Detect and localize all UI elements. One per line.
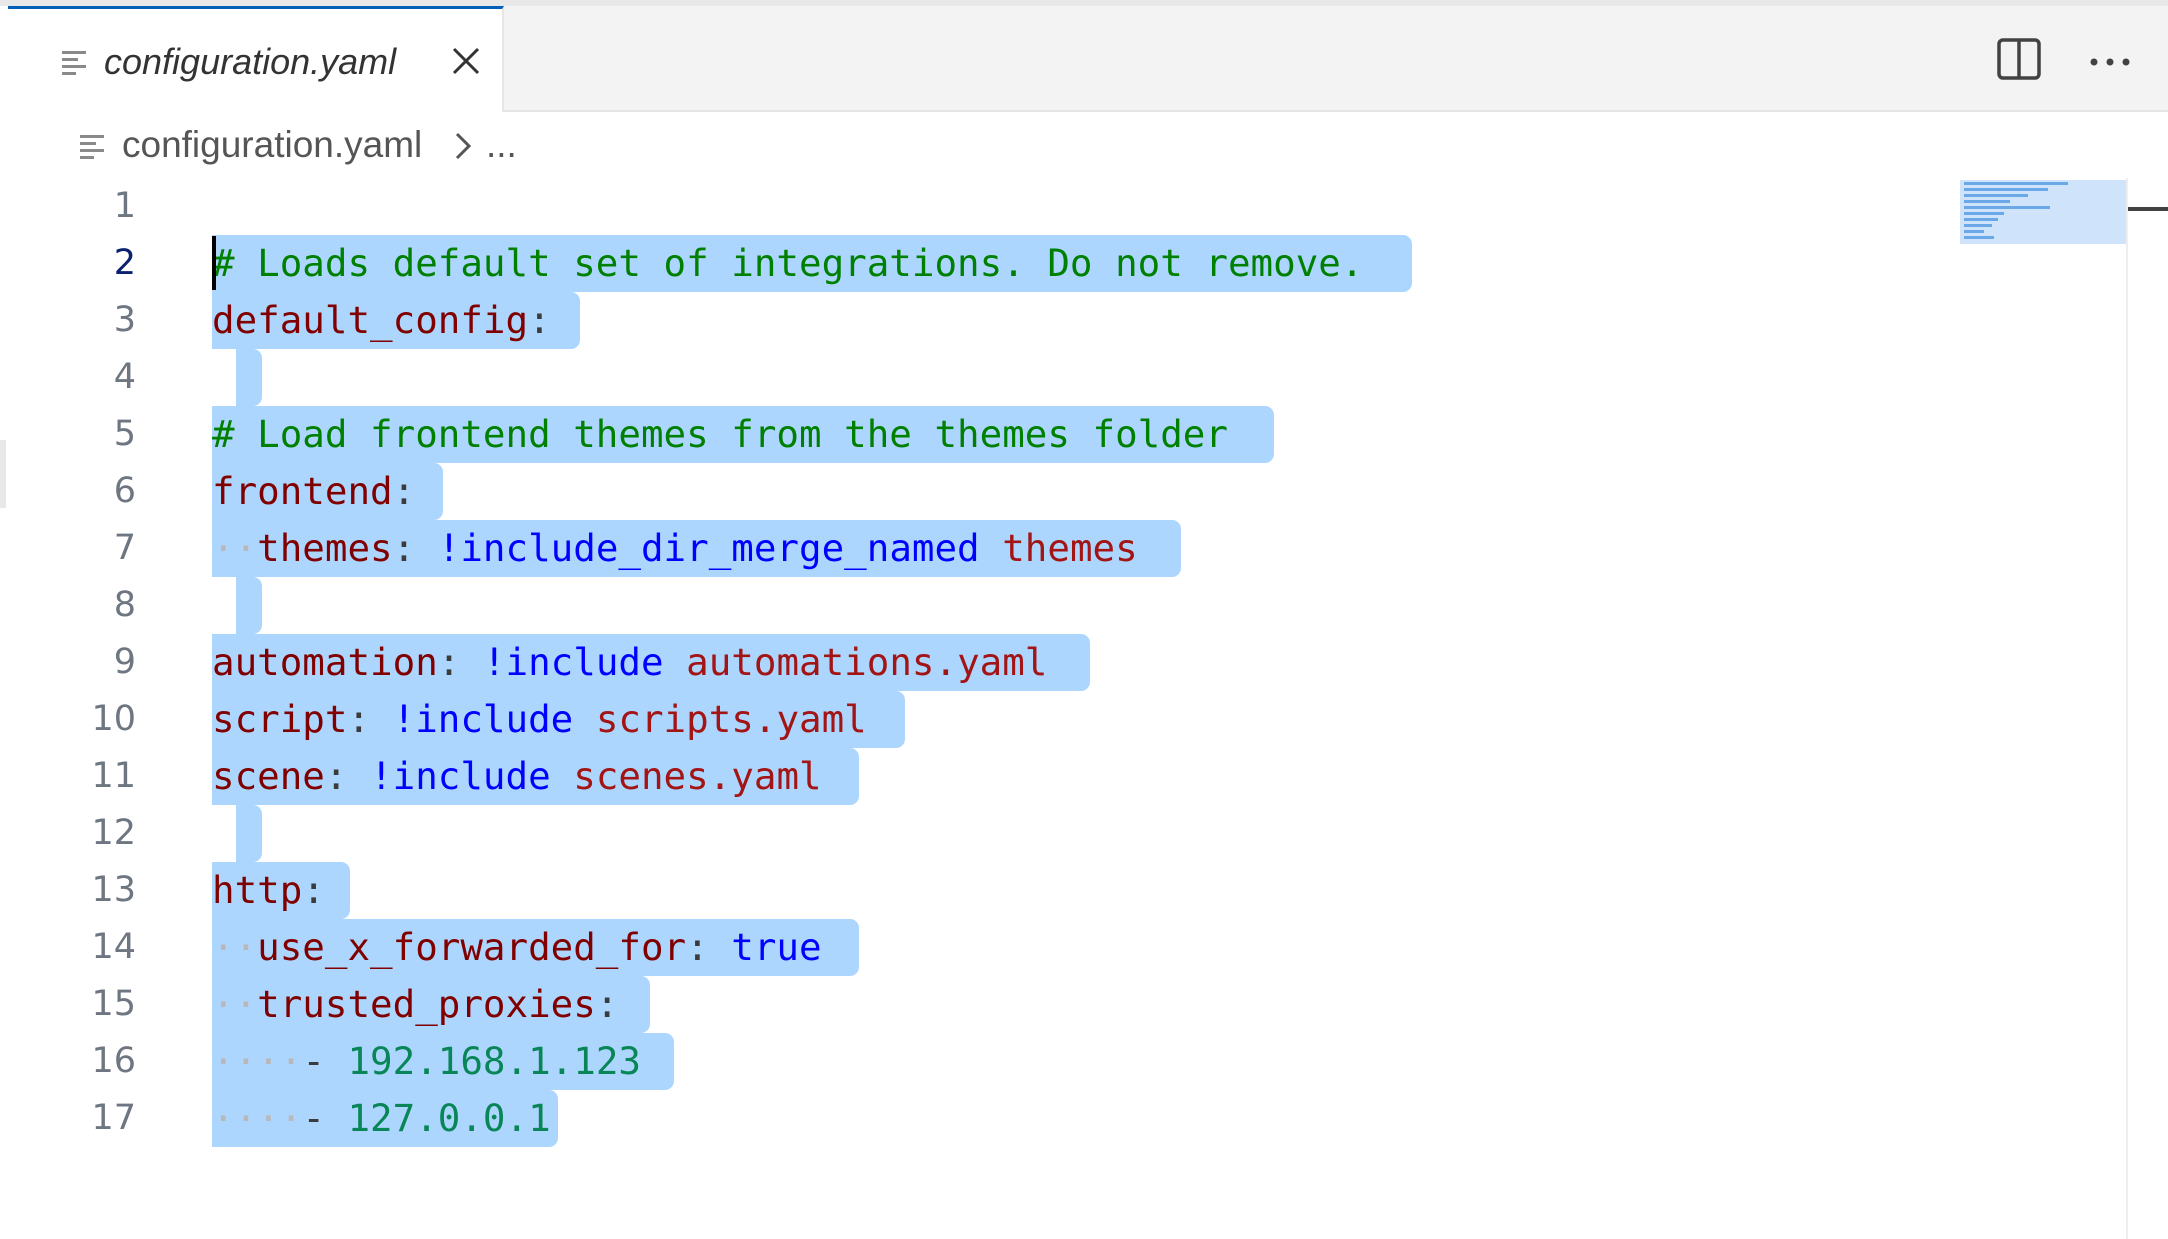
line-number: 13: [91, 870, 136, 910]
minimap-line: [1964, 206, 2050, 209]
code-text: ····- 192.168.1.123: [212, 1039, 641, 1083]
selection-highlight: [236, 805, 262, 862]
chevron-right-icon: [455, 132, 472, 160]
code-text: script: !include scripts.yaml: [212, 697, 867, 741]
minimap[interactable]: [1960, 180, 2126, 244]
line-number: 12: [91, 813, 136, 853]
code-text: ··trusted_proxies:: [212, 982, 619, 1026]
code-text: frontend:: [212, 469, 416, 513]
code-text: ··use_x_forwarded_for: true: [212, 925, 822, 969]
editor-line[interactable]: 15 ··trusted_proxies:: [0, 976, 1960, 1033]
line-number: 3: [113, 300, 136, 340]
line-number: 8: [113, 585, 136, 625]
line-number: 15: [91, 984, 136, 1024]
minimap-line: [1964, 212, 2004, 215]
minimap-line: [1964, 182, 2068, 185]
editor-line[interactable]: 14 ··use_x_forwarded_for: true: [0, 919, 1960, 976]
minimap-line: [1964, 200, 2010, 203]
editor-line[interactable]: 17 ····- 127.0.0.1: [0, 1090, 1960, 1147]
file-lines-icon: [80, 135, 104, 159]
vertical-scrollbar[interactable]: [2126, 178, 2168, 1239]
editor-line[interactable]: 9 automation: !include automations.yaml: [0, 634, 1960, 691]
minimap-line: [1964, 230, 1984, 233]
editor-line[interactable]: 16 ····- 192.168.1.123: [0, 1033, 1960, 1090]
code-text: default_config:: [212, 298, 551, 342]
editor-line[interactable]: 1: [0, 178, 1960, 235]
editor-line[interactable]: 2 # Loads default set of integrations. Do…: [0, 235, 1960, 292]
editor-tab-bar: configuration.yaml: [8, 6, 2168, 112]
minimap-line: [1964, 188, 2048, 191]
minimap-line: [1964, 194, 2028, 197]
line-number: 1: [113, 186, 136, 226]
breadcrumb-file[interactable]: configuration.yaml: [122, 124, 422, 166]
tab-configuration-yaml[interactable]: configuration.yaml: [8, 6, 504, 112]
code-text: scene: !include scenes.yaml: [212, 754, 822, 798]
file-lines-icon: [62, 51, 86, 75]
line-number: 6: [113, 471, 136, 511]
code-text: # Load frontend themes from the themes f…: [212, 412, 1228, 456]
close-icon[interactable]: [446, 41, 486, 81]
selection-highlight: [236, 349, 262, 406]
editor-line[interactable]: 7 ··themes: !include_dir_merge_named them…: [0, 520, 1960, 577]
editor-line[interactable]: 6 frontend:: [0, 463, 1960, 520]
editor-line[interactable]: 8: [0, 577, 1960, 634]
line-number: 14: [91, 927, 136, 967]
minimap-line: [1964, 236, 1994, 239]
breadcrumb-symbol[interactable]: ...: [486, 124, 517, 166]
code-text: ··themes: !include_dir_merge_named theme…: [212, 526, 1138, 570]
minimap-line: [1964, 224, 1992, 227]
editor-line[interactable]: 12: [0, 805, 1960, 862]
editor-line[interactable]: 5 # Load frontend themes from the themes …: [0, 406, 1960, 463]
scrollbar-cursor-marker: [2128, 207, 2168, 211]
line-number: 9: [113, 642, 136, 682]
split-editor-icon[interactable]: [1996, 36, 2042, 82]
line-number: 11: [91, 756, 136, 796]
more-icon[interactable]: [2084, 42, 2136, 82]
editor-line[interactable]: 11 scene: !include scenes.yaml: [0, 748, 1960, 805]
code-text: ····- 127.0.0.1: [212, 1096, 551, 1140]
line-number: 2: [113, 243, 136, 283]
line-number: 16: [91, 1041, 136, 1081]
code-text: http:: [212, 868, 325, 912]
code-text: # Loads default set of integrations. Do …: [212, 241, 1364, 285]
text-cursor: [212, 236, 216, 290]
code-editor[interactable]: 1 2 # Loads default set of integrations. D…: [0, 178, 1960, 1239]
selection-highlight: [236, 577, 262, 634]
editor-line[interactable]: 10 script: !include scripts.yaml: [0, 691, 1960, 748]
line-number: 5: [113, 414, 136, 454]
editor-line[interactable]: 3 default_config:: [0, 292, 1960, 349]
editor-line[interactable]: 4: [0, 349, 1960, 406]
line-number: 7: [113, 528, 136, 568]
minimap-line: [1964, 218, 1998, 221]
line-number: 4: [113, 357, 136, 397]
tab-label: configuration.yaml: [104, 41, 397, 82]
editor-line[interactable]: 13 http:: [0, 862, 1960, 919]
line-number: 17: [91, 1098, 136, 1138]
code-text: automation: !include automations.yaml: [212, 640, 1048, 684]
line-number: 10: [91, 699, 136, 739]
